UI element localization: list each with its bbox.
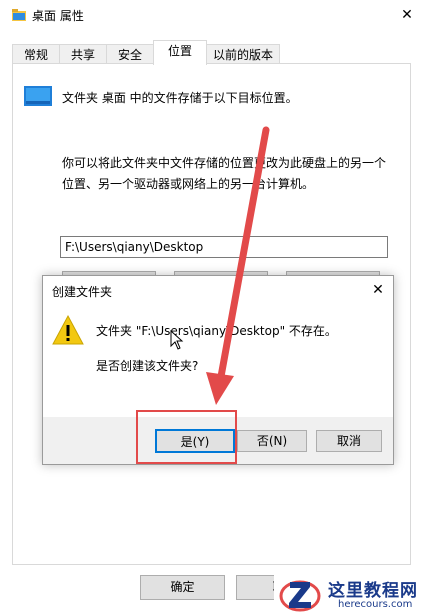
warning-icon <box>52 314 84 345</box>
target-path-input[interactable]: F:\Users\qiany\Desktop <box>60 236 388 258</box>
window-title: 桌面 属性 <box>32 9 84 23</box>
tab-strip: 常规 共享 安全 位置 以前的版本 <box>12 40 412 65</box>
no-button[interactable]: 否(N) <box>237 430 307 452</box>
watermark-url: herecours.com <box>338 599 413 610</box>
watermark-title: 这里教程网 <box>328 581 418 601</box>
dialog-title: 创建文件夹 <box>52 285 113 299</box>
tab-sharing[interactable]: 共享 <box>59 44 107 64</box>
tab-security[interactable]: 安全 <box>106 44 154 64</box>
watermark-logo-icon <box>279 580 321 612</box>
desktop-folder-icon <box>24 86 52 106</box>
ok-button[interactable]: 确定 <box>140 575 225 600</box>
window-close-button[interactable]: ✕ <box>396 4 418 26</box>
tab-location[interactable]: 位置 <box>153 40 207 65</box>
location-heading: 文件夹 桌面 中的文件存储于以下目标位置。 <box>62 91 298 105</box>
dialog-question: 是否创建该文件夹? <box>96 359 199 373</box>
location-description-line1: 你可以将此文件夹中文件存储的位置更改为此硬盘上的另一个 <box>62 156 387 170</box>
location-description-line2: 位置、另一个驱动器或网络上的另一台计算机。 <box>62 177 315 191</box>
mouse-cursor-icon <box>170 330 184 350</box>
dialog-cancel-button[interactable]: 取消 <box>316 430 382 452</box>
tab-previous-versions[interactable]: 以前的版本 <box>206 44 280 64</box>
dialog-message: 文件夹 "F:\Users\qiany\Desktop" 不存在。 <box>96 324 337 338</box>
folder-icon <box>12 9 26 21</box>
annotation-highlight-box <box>136 410 237 464</box>
tab-general[interactable]: 常规 <box>12 44 60 64</box>
dialog-close-button[interactable]: ✕ <box>368 280 388 300</box>
